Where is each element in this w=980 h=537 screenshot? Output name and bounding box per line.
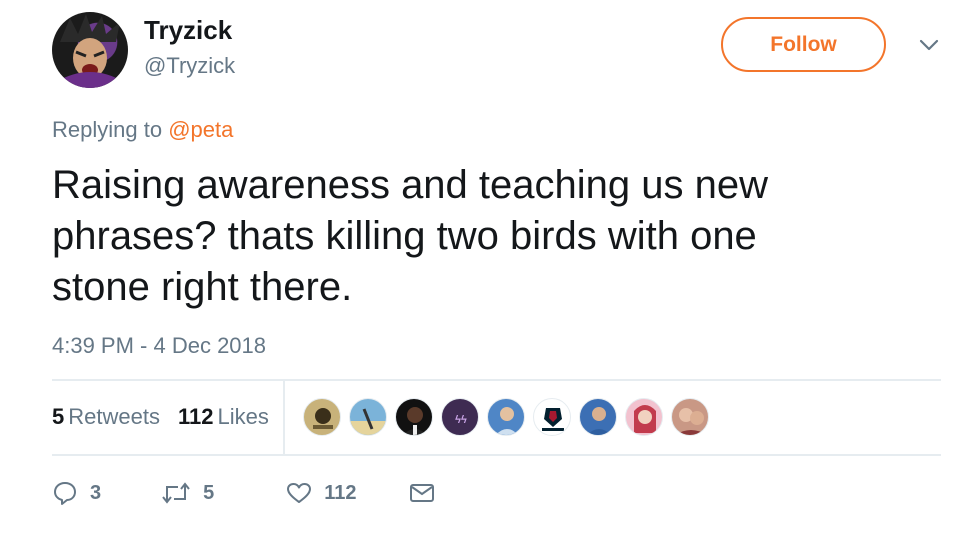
reply-icon — [54, 482, 76, 505]
tweet-text-line: phrases? thats killing two birds with on… — [52, 214, 757, 258]
liker-avatar[interactable] — [533, 398, 571, 436]
chevron-down-icon[interactable] — [918, 37, 940, 53]
author-handle[interactable]: @Tryzick — [144, 53, 235, 79]
author-avatar[interactable] — [52, 12, 128, 88]
liker-avatar[interactable] — [625, 398, 663, 436]
tweet-text: Raising awareness and teaching us new ph… — [52, 160, 912, 313]
author-name[interactable]: Tryzick — [144, 15, 232, 46]
likes-count: 112 — [177, 404, 214, 429]
liker-avatar[interactable] — [579, 398, 617, 436]
liker-avatar[interactable] — [671, 398, 709, 436]
envelope-icon — [409, 484, 434, 502]
retweet-icon — [162, 482, 190, 504]
tweet-text-line: stone right there. — [52, 265, 353, 309]
heart-icon — [287, 483, 312, 503]
liker-avatar[interactable] — [395, 398, 433, 436]
follow-button[interactable]: Follow — [721, 17, 886, 72]
retweets-label: Retweets — [68, 404, 160, 429]
retweet-button[interactable]: 5 — [161, 481, 214, 505]
stats-divider — [283, 380, 285, 454]
tweet-stats: 5 Retweets 112 Likes — [52, 380, 287, 454]
replying-to-label: Replying to — [52, 117, 163, 142]
liker-avatar[interactable] — [487, 398, 525, 436]
svg-text:ϟϟ: ϟϟ — [455, 414, 467, 426]
divider — [52, 454, 941, 456]
liker-avatars: ϟϟ — [303, 398, 717, 436]
liker-avatar[interactable] — [349, 398, 387, 436]
liker-avatar[interactable]: ϟϟ — [441, 398, 479, 436]
tweet-timestamp[interactable]: 4:39 PM - 4 Dec 2018 — [52, 333, 266, 359]
mention-link[interactable]: @peta — [168, 117, 233, 142]
tweet-text-line: Raising awareness and teaching us new — [52, 163, 768, 207]
direct-message-button[interactable] — [409, 482, 435, 504]
replying-to: Replying to @peta — [52, 117, 233, 143]
retweets-stat[interactable]: 5 Retweets — [52, 404, 160, 430]
likes-stat[interactable]: 112 Likes — [178, 404, 269, 430]
reply-count: 3 — [90, 481, 102, 504]
retweet-count: 5 — [203, 481, 215, 504]
liker-avatar[interactable] — [303, 398, 341, 436]
likes-label: Likes — [217, 404, 269, 429]
like-count: 112 — [324, 481, 357, 504]
like-button[interactable]: 112 — [286, 481, 357, 505]
reply-button[interactable]: 3 — [52, 480, 101, 506]
retweets-count: 5 — [52, 404, 65, 429]
tweet-actions: 3 5 112 — [52, 478, 435, 508]
